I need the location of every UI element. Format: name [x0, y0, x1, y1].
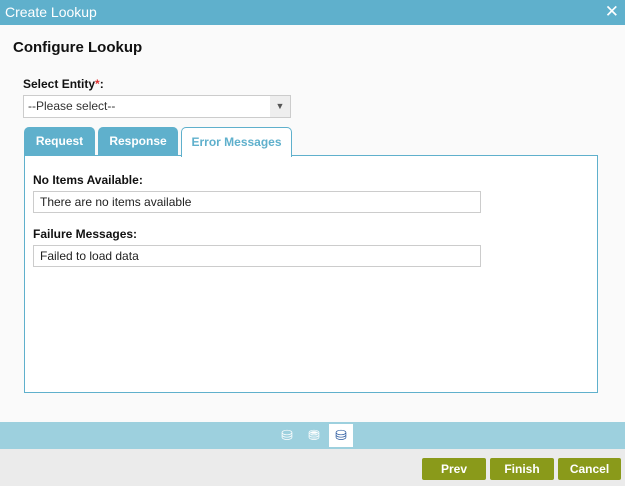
select-entity-label: Select Entity*: — [23, 77, 104, 91]
page-title: Configure Lookup — [13, 39, 143, 56]
window-title: Create Lookup — [5, 4, 97, 20]
database-step-icon[interactable]: ⛁ — [275, 424, 299, 447]
finish-button[interactable]: Finish — [490, 458, 554, 480]
cancel-button[interactable]: Cancel — [558, 458, 621, 480]
prev-button[interactable]: Prev — [422, 458, 486, 480]
database-table-step-icon[interactable]: ⛃ — [302, 424, 326, 447]
failure-messages-input[interactable]: Failed to load data — [33, 245, 481, 267]
close-icon[interactable]: ✕ — [605, 0, 619, 24]
tab-request[interactable]: Request — [24, 127, 95, 156]
tab-response[interactable]: Response — [98, 127, 178, 156]
entity-select[interactable]: --Please select-- ▼ — [23, 95, 291, 118]
database-settings-step-icon[interactable]: ⛁ — [329, 424, 353, 447]
failure-messages-label: Failure Messages: — [33, 227, 138, 241]
title-bar: Create Lookup ✕ — [0, 0, 625, 25]
label-colon: : — [99, 77, 104, 91]
entity-select-value: --Please select-- — [28, 99, 116, 113]
label-text: Select Entity — [23, 77, 96, 91]
tab-error-messages[interactable]: Error Messages — [181, 127, 292, 157]
no-items-input[interactable]: There are no items available — [33, 191, 481, 213]
no-items-label: No Items Available: — [33, 173, 143, 187]
chevron-down-icon[interactable]: ▼ — [270, 96, 290, 117]
